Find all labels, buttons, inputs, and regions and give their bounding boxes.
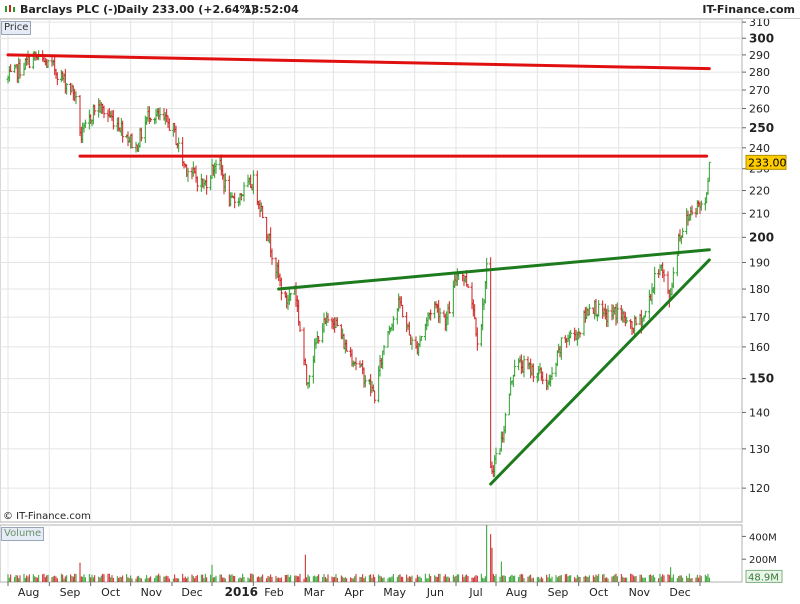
price-axis-label: 250 — [749, 121, 774, 135]
x-axis-label: Jun — [426, 586, 444, 599]
price-axis-label: 180 — [749, 283, 770, 296]
price-axis-label: 160 — [749, 341, 770, 354]
x-axis-label: Oct — [101, 586, 121, 599]
price-plot-area — [0, 18, 743, 523]
x-axis-label: Dec — [181, 586, 202, 599]
x-axis-label: May — [383, 586, 406, 599]
brand-label: IT-Finance.com — [702, 3, 795, 16]
price-axis-label: 290 — [749, 49, 770, 62]
x-axis-label: Nov — [629, 586, 651, 599]
chart-canvas: 1201301401501601701801902002102202302402… — [0, 16, 787, 599]
price-axis-label: 120 — [749, 482, 770, 495]
chart-root: 1201301401501601701801902002102202302402… — [0, 0, 800, 600]
price-axis-label: 270 — [749, 84, 770, 97]
x-axis-label: Dec — [669, 586, 690, 599]
x-axis-label: Mar — [304, 586, 325, 599]
price-axis-label: 130 — [749, 443, 770, 456]
price-axis-label: 220 — [749, 185, 770, 198]
volume-panel-label: Volume — [1, 527, 45, 541]
x-axis-label: Sep — [548, 586, 569, 599]
volume-axis-label: 200M — [749, 555, 777, 566]
price-axis-label: 190 — [749, 257, 770, 270]
price-axis-label: 280 — [749, 66, 770, 79]
volume-axis-label: 400M — [749, 532, 777, 543]
x-axis-label: Aug — [18, 586, 39, 599]
x-axis-label: Sep — [60, 586, 81, 599]
last-volume-label: 48.9M — [748, 572, 779, 583]
price-axis-label: 150 — [749, 372, 774, 386]
x-axis-label: 2016 — [225, 585, 258, 599]
price-axis-label: 140 — [749, 406, 770, 419]
copyright-label: © IT-Finance.com — [3, 511, 91, 522]
x-axis-label: Jul — [468, 586, 482, 599]
time-label: 13:52:04 — [244, 3, 299, 16]
quote-label: 233.00 (+2.64%) — [152, 3, 256, 16]
interval-label: Daily — [117, 3, 149, 16]
price-panel-label: Price — [1, 21, 32, 35]
x-axis-label: Oct — [589, 586, 609, 599]
instrument-name: Barclays PLC (-) — [20, 3, 118, 16]
volume-plot-area — [0, 524, 743, 583]
price-axis-label: 200 — [749, 230, 774, 244]
price-axis-label: 170 — [749, 311, 770, 324]
price-axis-label: 300 — [749, 31, 774, 45]
price-axis-label: 210 — [749, 207, 770, 220]
x-axis-label: Aug — [506, 586, 527, 599]
price-axis-label: 260 — [749, 103, 770, 116]
x-axis-label: Feb — [264, 586, 283, 599]
price-axis-label: 240 — [749, 142, 770, 155]
chart-logo-icon — [5, 5, 15, 12]
x-axis-label: Apr — [344, 586, 364, 599]
x-axis-label: Nov — [141, 586, 163, 599]
last-price-label: 233.00 — [748, 156, 787, 169]
chart-header: Barclays PLC (-) Daily 233.00 (+2.64%) 1… — [0, 0, 800, 19]
